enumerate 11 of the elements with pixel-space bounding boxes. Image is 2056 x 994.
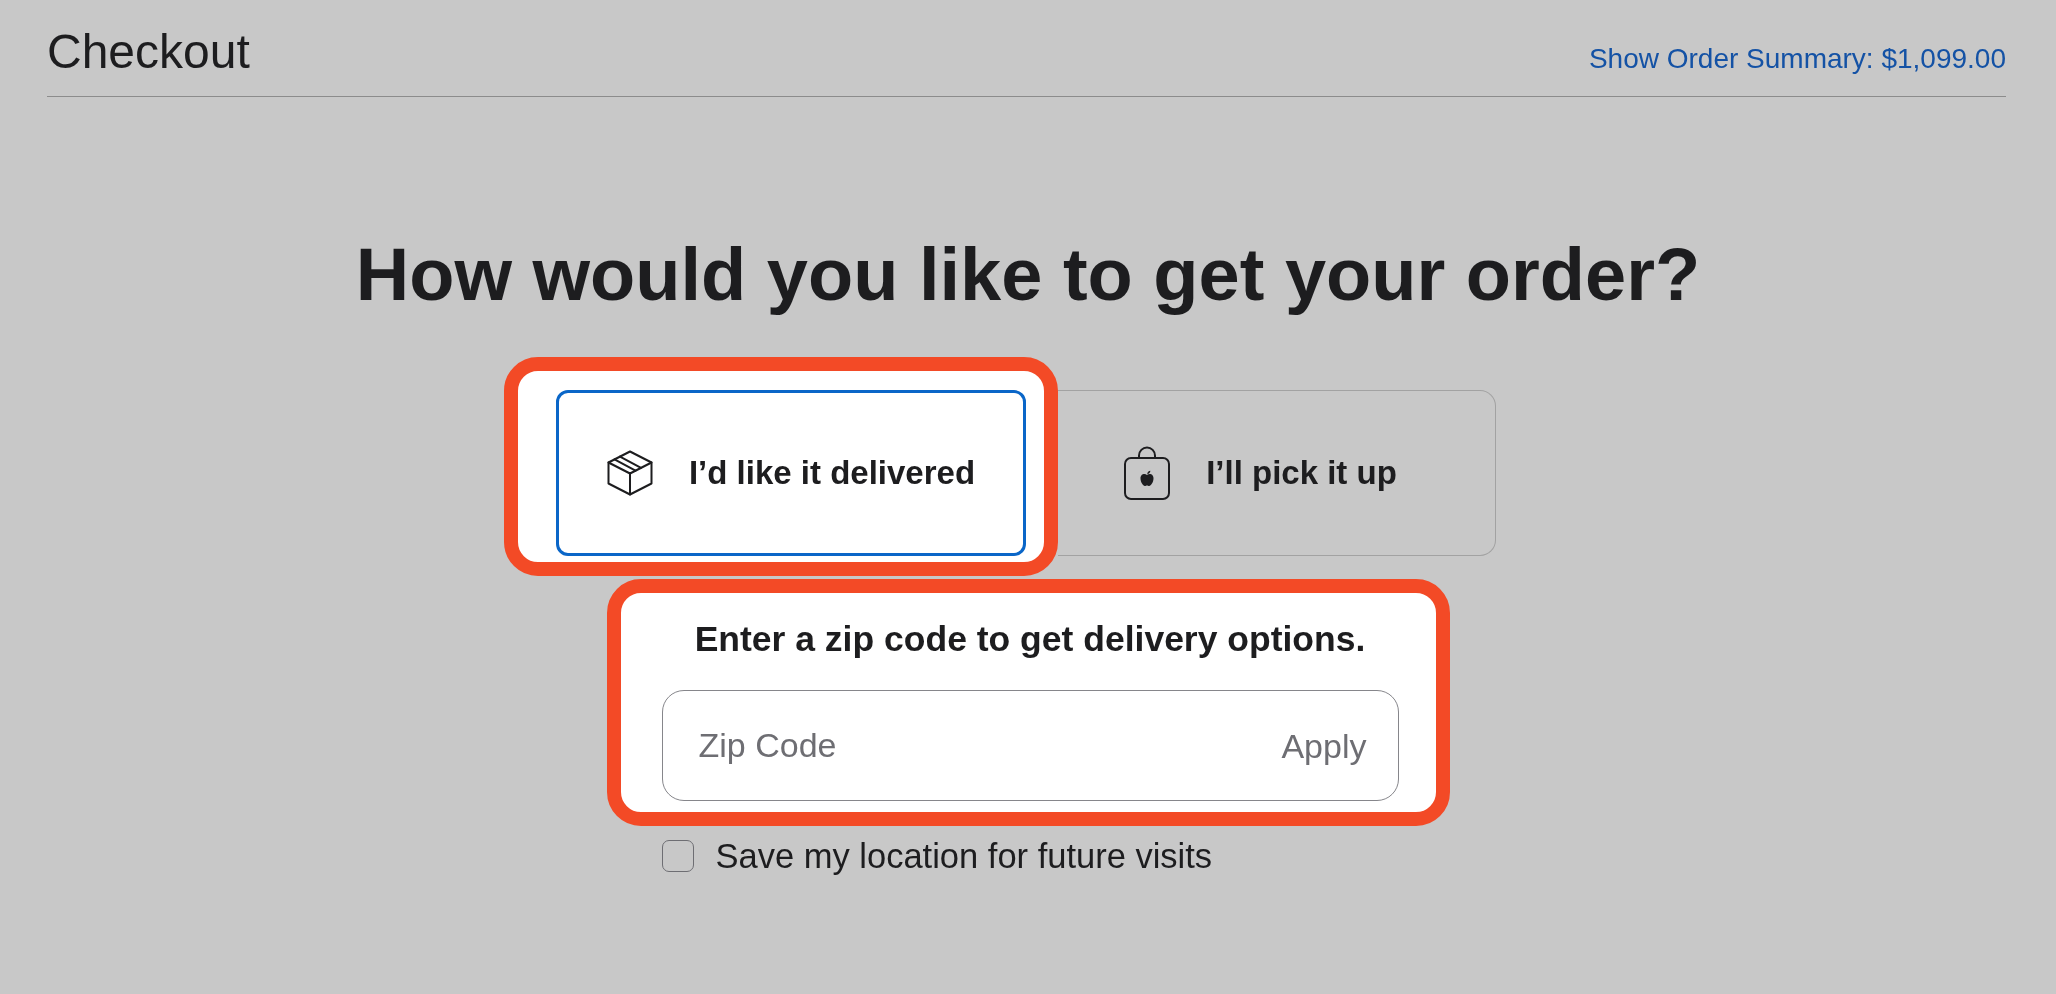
order-summary-link[interactable]: Show Order Summary: $1,099.00 <box>1588 43 2006 75</box>
pickup-option-button[interactable]: I’ll pick it up <box>1058 390 1496 556</box>
page-heading: How would you like to get your order? <box>355 232 1701 317</box>
delivery-option-button[interactable]: I’d like it delivered <box>556 390 1026 556</box>
checkbox-label: Save my location for future visits <box>715 836 1213 876</box>
apply-button[interactable]: Apply <box>1281 725 1367 766</box>
checkbox[interactable] <box>661 840 694 872</box>
shopping-bag-icon <box>1124 446 1171 500</box>
zip-prompt: Enter a zip code to get delivery options. <box>693 618 1367 660</box>
box-icon <box>606 450 653 496</box>
page-title: Checkout <box>47 24 250 80</box>
